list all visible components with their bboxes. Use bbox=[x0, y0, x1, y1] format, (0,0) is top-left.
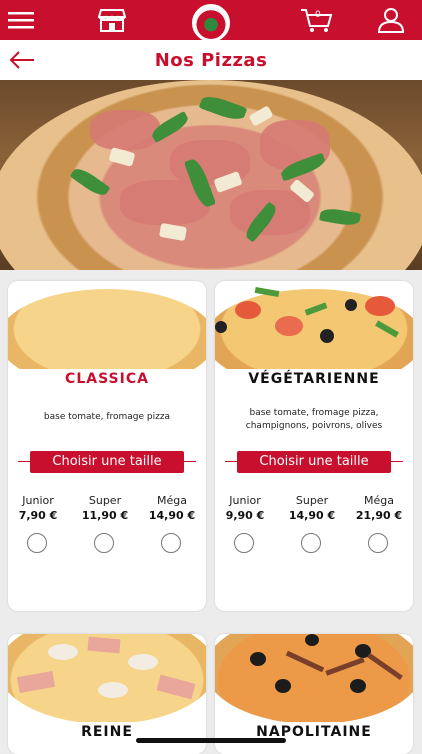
size-radio-junior[interactable] bbox=[27, 533, 47, 553]
size-option-mega: Méga 14,90 € bbox=[148, 494, 196, 522]
size-option-mega: Méga 21,90 € bbox=[355, 494, 403, 522]
storefront-icon[interactable] bbox=[97, 6, 127, 34]
pizza-image bbox=[215, 281, 413, 369]
pizza-image bbox=[215, 634, 413, 722]
page-title: Nos Pizzas bbox=[154, 50, 268, 71]
choose-size-button[interactable]: Choisir une taille bbox=[237, 451, 391, 473]
choose-size-button[interactable]: Choisir une taille bbox=[30, 451, 184, 473]
pizza-image bbox=[8, 634, 206, 722]
pizza-card-reine[interactable]: REINE bbox=[8, 634, 206, 754]
user-icon[interactable] bbox=[376, 6, 406, 34]
size-radio-super[interactable] bbox=[301, 533, 321, 553]
size-radio-junior[interactable] bbox=[234, 533, 254, 553]
size-radio-mega[interactable] bbox=[368, 533, 388, 553]
pizza-description: base tomate, fromage pizza bbox=[43, 412, 171, 422]
app-header: 0 bbox=[0, 0, 422, 44]
hero-pizza-image bbox=[0, 80, 422, 270]
pizza-name: VÉGÉTARIENNE bbox=[248, 371, 380, 387]
size-option-super: Super 14,90 € bbox=[288, 494, 336, 522]
cart-count: 0 bbox=[315, 10, 321, 20]
pizza-image bbox=[8, 281, 206, 369]
pizza-description: base tomate, fromage pizza, champignons,… bbox=[245, 408, 383, 431]
size-radio-super[interactable] bbox=[94, 533, 114, 553]
pizza-card-vegetarienne[interactable]: VÉGÉTARIENNE base tomate, fromage pizza,… bbox=[215, 281, 413, 611]
home-indicator[interactable] bbox=[136, 738, 286, 743]
size-option-junior: Junior 7,90 € bbox=[18, 494, 58, 522]
title-bar: Nos Pizzas bbox=[0, 40, 422, 80]
size-option-super: Super 11,90 € bbox=[81, 494, 129, 522]
size-radio-mega[interactable] bbox=[161, 533, 181, 553]
size-option-junior: Junior 9,90 € bbox=[225, 494, 265, 522]
hamburger-menu-icon[interactable] bbox=[6, 6, 36, 34]
pizza-name: CLASSICA bbox=[65, 371, 149, 387]
pizza-card-classica[interactable]: CLASSICA base tomate, fromage pizza Choi… bbox=[8, 281, 206, 611]
brand-logo[interactable] bbox=[190, 2, 232, 44]
cart-icon[interactable]: 0 bbox=[300, 6, 334, 34]
pizza-card-napolitaine[interactable]: NAPOLITAINE bbox=[215, 634, 413, 754]
